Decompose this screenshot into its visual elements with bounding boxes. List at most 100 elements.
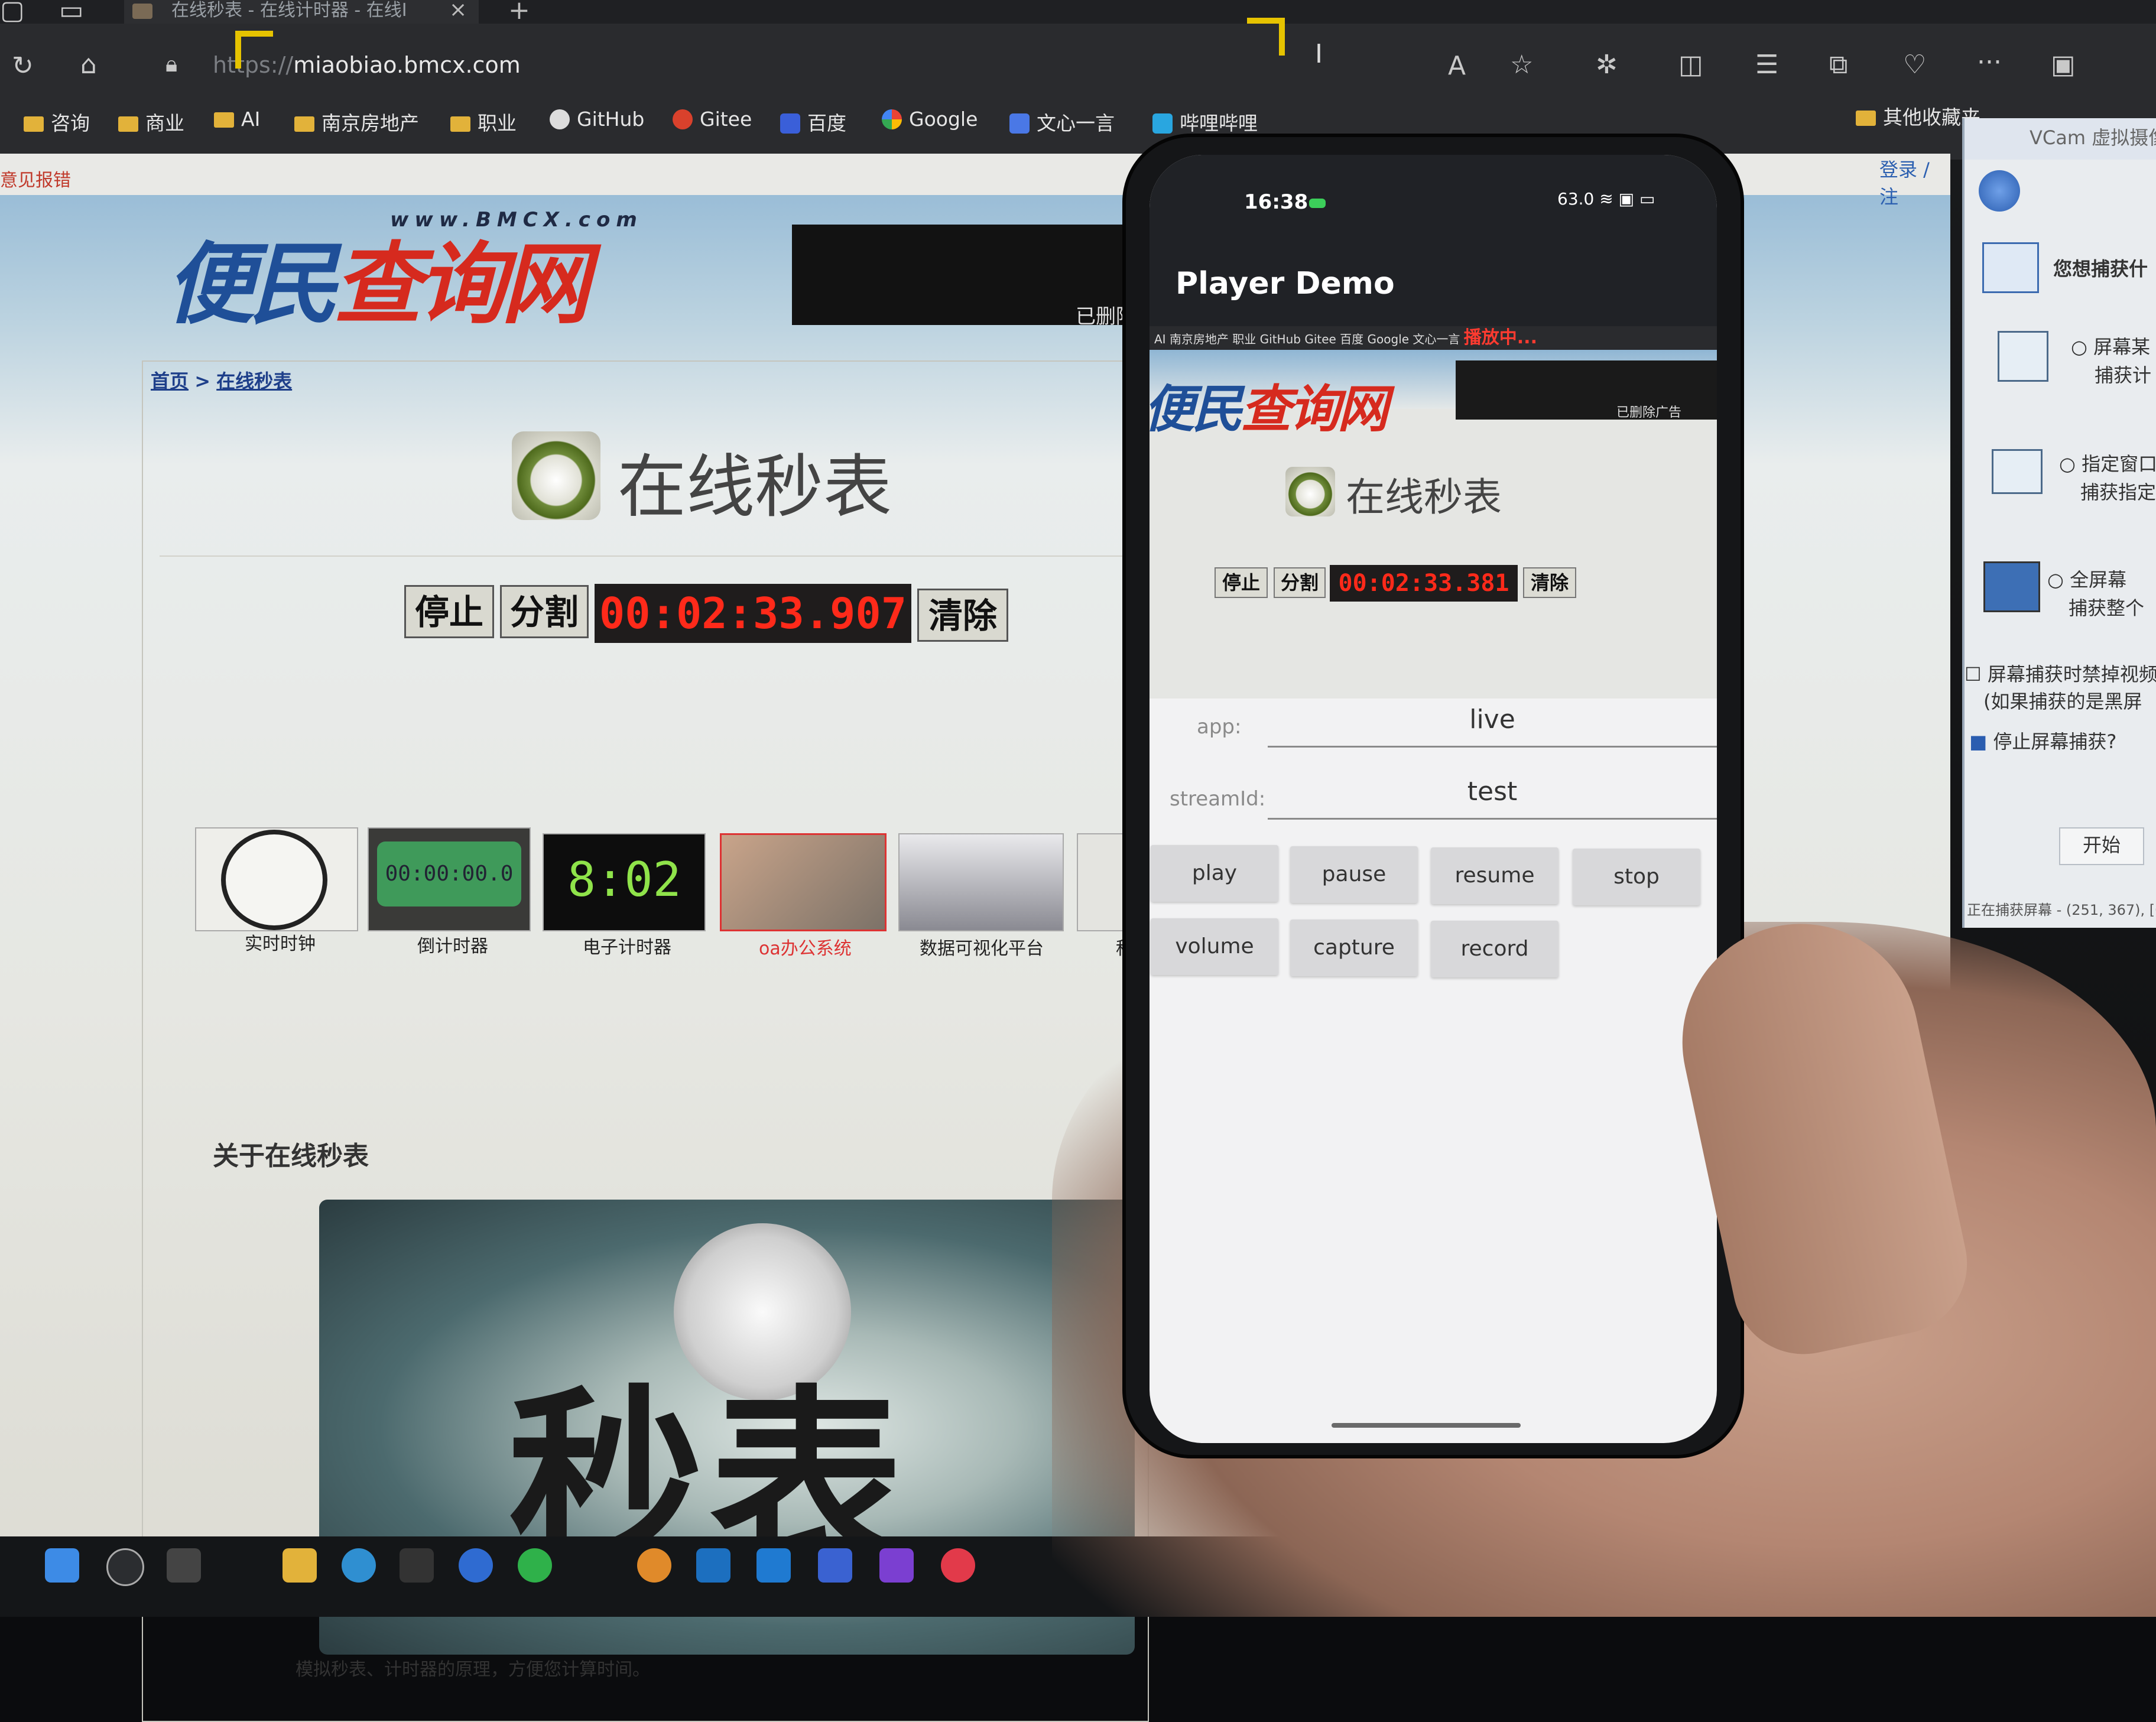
split-button[interactable]: 分割 — [500, 585, 589, 638]
edge-icon[interactable] — [342, 1548, 376, 1583]
favorites-icon[interactable]: ☰ — [1755, 50, 1778, 80]
window-pointer-icon — [1992, 449, 2043, 494]
app-field-input[interactable]: live — [1268, 704, 1717, 748]
new-tab-icon[interactable]: + — [508, 0, 530, 25]
digital-screen: 8:02 — [567, 852, 681, 907]
option-window[interactable]: ○ 指定窗口 — [2059, 449, 2156, 476]
related-label[interactable]: 实时时钟 — [245, 929, 316, 955]
refresh-icon[interactable]: ↻ — [12, 51, 34, 81]
start-menu-icon[interactable] — [45, 1548, 79, 1583]
tab-active[interactable]: 在线秒表 - 在线计时器 - 在线I — [124, 0, 479, 24]
bookmark-7[interactable]: 百度 — [780, 108, 846, 136]
folder-icon — [24, 116, 44, 132]
bookmark-3[interactable]: 南京房地产 — [294, 108, 419, 136]
related-label[interactable]: 电子计时器 — [583, 933, 671, 959]
stream-field-input[interactable]: test — [1268, 776, 1717, 820]
terminal-icon[interactable] — [400, 1548, 434, 1583]
folder-icon — [214, 112, 234, 128]
lock-icon[interactable]: 🔒︎ — [165, 51, 177, 77]
option-window-desc: 捕获指定 — [2080, 481, 2156, 503]
option-fullscreen-desc: 捕获整个 — [2069, 597, 2145, 619]
start-button[interactable]: 开始 — [2059, 827, 2144, 865]
related-oa-thumb[interactable] — [720, 833, 887, 931]
bullet-icon: ■ — [1969, 730, 1988, 753]
bookmark-9[interactable]: 文心一言 — [1009, 108, 1115, 136]
breadcrumb: 首页 > 在线秒表 — [151, 366, 292, 394]
tab-actions-icon[interactable]: ▭ — [59, 0, 84, 25]
playing-status: 播放中... — [1463, 327, 1537, 348]
tab-close-icon[interactable]: × — [449, 0, 467, 22]
video-preview[interactable]: AI 南京房地产 职业 GitHub Gitee 百度 Google 文心一言 … — [1150, 326, 1717, 698]
app-icon-d[interactable] — [818, 1548, 852, 1583]
breadcrumb-current[interactable]: 在线秒表 — [216, 370, 292, 392]
app-icon-b[interactable] — [637, 1548, 671, 1583]
bookmark-5[interactable]: GitHub — [550, 108, 644, 131]
window-icon[interactable]: ▢ — [0, 0, 25, 25]
tab-bar: ▢ ▭ 在线秒表 - 在线计时器 - 在线I × + — [0, 0, 2156, 25]
preview-clear-button: 清除 — [1523, 567, 1576, 598]
app-title: Player Demo — [1176, 266, 1395, 301]
bookmark-0[interactable]: 咨询 — [24, 108, 90, 136]
back-icon[interactable] — [1979, 170, 2020, 212]
play-button[interactable]: play — [1151, 845, 1278, 902]
extensions-icon[interactable]: ✲ — [1596, 50, 1618, 80]
heart-icon[interactable]: ♡ — [1903, 50, 1926, 80]
call-indicator-icon — [1309, 199, 1326, 208]
preview-banner-text: 已删除广告 — [1616, 405, 1682, 420]
split-screen-icon[interactable]: ◫ — [1678, 50, 1703, 80]
option-fullscreen[interactable]: ○ 全屏幕 — [2047, 565, 2126, 592]
capture-window-icon — [1982, 242, 2039, 293]
breadcrumb-home[interactable]: 首页 — [151, 370, 189, 392]
capture-button[interactable]: capture — [1290, 920, 1418, 976]
pause-button[interactable]: pause — [1290, 846, 1418, 903]
stop-stream-button[interactable]: stop — [1573, 849, 1700, 905]
wechat-icon[interactable] — [518, 1548, 552, 1583]
stream-field-label: streamId: — [1170, 787, 1266, 811]
bookmark-8[interactable]: Google — [882, 108, 978, 131]
bookmark-10[interactable]: 哔哩哔哩 — [1152, 108, 1258, 136]
collections-icon[interactable]: ⧉ — [1829, 50, 1847, 80]
resume-button[interactable]: resume — [1431, 847, 1558, 904]
bookmark-6[interactable]: Gitee — [673, 108, 752, 131]
hero-caption: 模拟秒表、计时器的原理，方便您计算时间。 — [296, 1659, 650, 1680]
app-icon-c[interactable] — [696, 1548, 730, 1583]
feedback-link[interactable]: 意见报错 — [0, 165, 71, 191]
related-label[interactable]: oa办公系统 — [759, 934, 852, 960]
record-button[interactable]: record — [1431, 921, 1558, 977]
home-indicator[interactable] — [1332, 1423, 1521, 1428]
stop-capture-link[interactable]: ■ 停止屏幕捕获? — [1969, 727, 2116, 754]
option-region[interactable]: ○ 屏幕某 — [2071, 332, 2150, 359]
stop-button[interactable]: 停止 — [404, 585, 494, 638]
app-icon-e[interactable] — [941, 1548, 975, 1583]
sidebar-icon[interactable]: ▣ — [2051, 50, 2076, 80]
vscode-icon[interactable] — [756, 1548, 791, 1583]
related-clock-thumb[interactable] — [195, 827, 358, 931]
bookmark-2[interactable]: AI — [214, 108, 260, 131]
checkbox-note: (如果捕获的是黑屏 — [1983, 690, 2142, 713]
app-icon-a[interactable] — [459, 1548, 493, 1583]
baidu-icon — [780, 113, 800, 134]
related-label[interactable]: 倒计时器 — [417, 931, 488, 957]
capture-corner-tr — [1247, 18, 1285, 56]
screen-region-icon — [1998, 331, 2048, 382]
login-link[interactable]: 登录 / 注 — [1879, 155, 1950, 209]
bookmark-4[interactable]: 职业 — [450, 108, 517, 136]
read-aloud-icon[interactable]: A — [1448, 51, 1466, 81]
favorite-star-icon[interactable]: ☆ — [1510, 50, 1533, 80]
related-digital-thumb[interactable]: 8:02 — [543, 833, 706, 931]
file-explorer-icon[interactable] — [283, 1548, 317, 1583]
bookmark-1[interactable]: 商业 — [118, 108, 184, 136]
more-menu-icon[interactable]: ··· — [1977, 47, 2002, 77]
capture-corner-tl — [235, 31, 273, 69]
home-icon[interactable]: ⌂ — [80, 50, 97, 80]
related-countdown-thumb[interactable]: 00:00:00.0 — [368, 827, 531, 931]
visual-studio-icon[interactable] — [879, 1548, 914, 1583]
search-icon[interactable] — [106, 1548, 144, 1586]
disable-video-checkbox[interactable]: ☐ 屏幕捕获时禁掉视频 — [1965, 659, 2156, 687]
task-view-icon[interactable] — [167, 1548, 201, 1583]
clear-button[interactable]: 清除 — [917, 589, 1008, 642]
related-label[interactable]: 数据可视化平台 — [920, 934, 1044, 960]
related-dataviz-thumb[interactable] — [898, 833, 1064, 931]
app-bar: Player Demo — [1150, 249, 1717, 326]
volume-button[interactable]: volume — [1151, 918, 1278, 975]
